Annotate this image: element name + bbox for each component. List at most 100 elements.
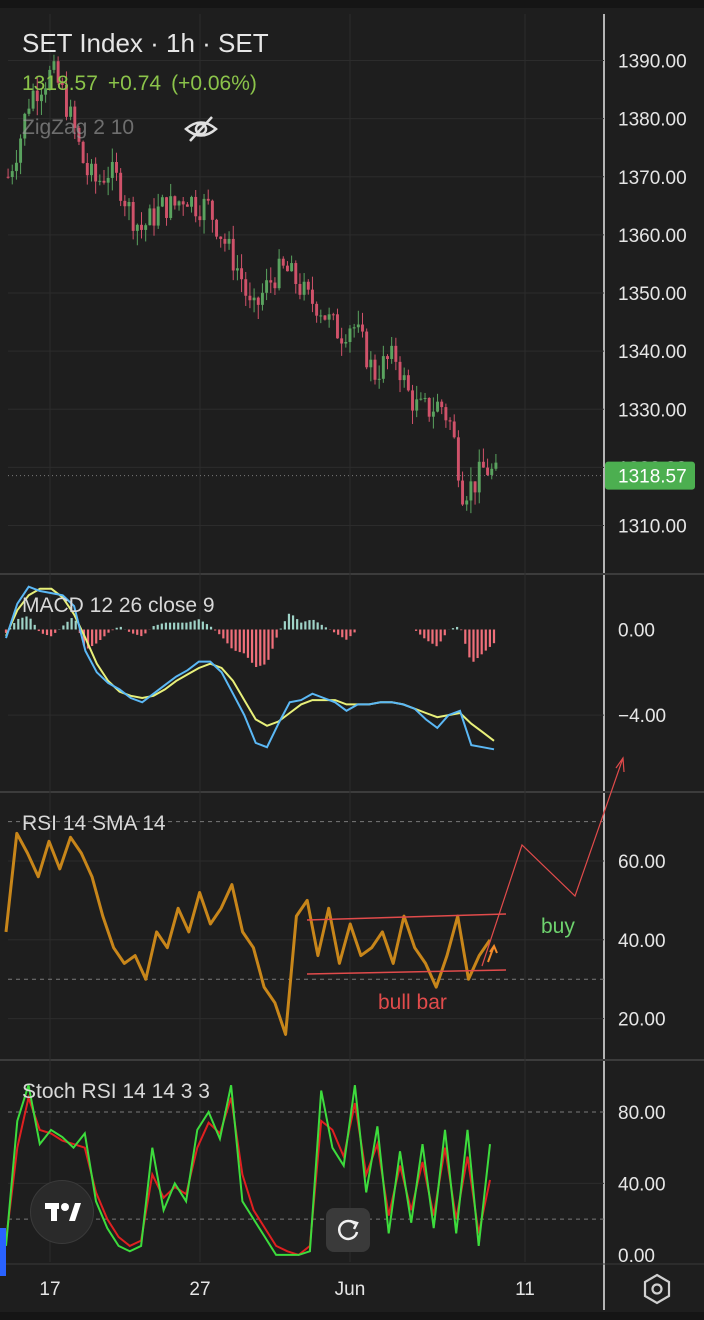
top-strip (0, 0, 704, 8)
time-axis-label: 27 (189, 1279, 210, 1300)
time-axis-label: Jun (335, 1279, 366, 1300)
price-change-pct: (+0.06%) (171, 72, 257, 95)
price-axis-label: 1330.00 (618, 400, 687, 421)
eye-slash-icon[interactable] (184, 114, 218, 144)
reset-chart-button[interactable] (326, 1208, 370, 1252)
candle-body (19, 138, 23, 163)
chart-background (0, 0, 704, 1320)
candle-body (365, 331, 369, 368)
candle-body (85, 162, 89, 176)
candle-body (481, 461, 485, 468)
candle-body (369, 359, 373, 368)
candle-body (123, 200, 127, 207)
stoch-rsi-label[interactable]: Stoch RSI 14 14 3 3 (22, 1080, 210, 1104)
candle-body (427, 397, 431, 417)
candle-body (10, 171, 14, 178)
candle-body (336, 314, 339, 339)
candle-body (190, 196, 194, 207)
candle-body (27, 108, 31, 114)
candle-body (473, 481, 477, 493)
rsi-label[interactable]: RSI 14 SMA 14 (22, 812, 166, 836)
reset-chart-icon (337, 1219, 359, 1241)
candle-body (440, 401, 444, 408)
rsi-axis-label: 20.00 (618, 1010, 666, 1031)
price-axis-label: 1340.00 (618, 342, 687, 363)
candle-body (223, 238, 227, 244)
price-axis-label: 1380.00 (618, 110, 687, 131)
stoch-axis-label: 0.00 (618, 1246, 655, 1267)
macd-label[interactable]: MACD 12 26 close 9 (22, 594, 215, 618)
candle-body (390, 345, 394, 359)
candle-body (185, 204, 189, 207)
candle-body (135, 224, 139, 231)
candle-body (281, 258, 285, 266)
candle-body (106, 177, 110, 183)
candle-body (402, 375, 406, 381)
candle-body (315, 303, 319, 316)
tradingview-logo-icon[interactable] (30, 1180, 94, 1244)
candle-body (469, 481, 473, 501)
candle-body (423, 397, 427, 399)
last-price: 1318.57 (22, 72, 98, 95)
symbol-title[interactable]: SET Index · 1h · SET (22, 28, 269, 59)
candle-body (381, 356, 385, 379)
candle-body (6, 176, 10, 178)
candle-body (386, 356, 389, 359)
candle-body (411, 390, 414, 411)
candle-body (298, 284, 302, 295)
candle-body (290, 263, 294, 272)
quote-line: 1318.57 +0.74 (+0.06%) (22, 72, 267, 96)
candle-body (331, 314, 335, 316)
candle-body (340, 338, 344, 344)
candle-body (486, 467, 490, 475)
candle-body (361, 324, 364, 332)
candle-body (152, 208, 156, 226)
candle-body (269, 280, 273, 283)
chart-root[interactable]: 1390.00 1380.00 1370.00 1360.00 1350.00 1340.… (0, 0, 704, 1320)
price-change: +0.74 (107, 72, 162, 95)
candle-body (140, 224, 143, 230)
candle-body (319, 315, 323, 317)
candle-body (98, 180, 102, 182)
chart-canvas[interactable]: 1390.00 1380.00 1370.00 1360.00 1350.00 1340.… (0, 0, 704, 1320)
time-axis-label: 17 (39, 1279, 60, 1300)
candle-body (273, 282, 277, 289)
candle-body (81, 141, 85, 163)
candle-body (377, 378, 381, 380)
candle-body (456, 437, 460, 481)
candle-body (394, 345, 398, 362)
candle-body (436, 401, 440, 412)
price-axis-label: 1350.00 (618, 284, 687, 305)
candle-body (419, 398, 423, 400)
price-axis-label: 1370.00 (618, 168, 687, 189)
candle-body (373, 359, 377, 380)
settings-icon[interactable] (640, 1272, 674, 1306)
candle-body (210, 200, 214, 220)
bottom-strip (0, 1312, 704, 1320)
candle-body (265, 280, 269, 293)
candle-body (240, 268, 244, 280)
candle-body (173, 196, 177, 206)
candle-body (431, 411, 435, 417)
rsi-axis-label: 60.00 (618, 852, 666, 873)
candle-body (160, 197, 164, 207)
candle-body (169, 196, 173, 218)
candle-body (14, 162, 18, 172)
last-price-tag-label: 1318.57 (618, 467, 687, 488)
candle-body (465, 500, 469, 505)
candle-body (490, 468, 494, 475)
candle-body (227, 238, 231, 244)
candle-body (494, 462, 498, 469)
macd-axis-label: −4.00 (618, 706, 666, 727)
zigzag-indicator-label[interactable]: ZigZag 2 10 (22, 116, 134, 140)
candle-body (219, 236, 223, 239)
candle-body (131, 201, 135, 231)
candle-body (256, 297, 260, 305)
candle-body (252, 297, 256, 301)
candle-body (102, 180, 106, 183)
candle-body (344, 342, 348, 344)
candle-body (52, 61, 56, 70)
candle-body (144, 225, 148, 230)
candle-body (461, 480, 465, 505)
candle-body (198, 216, 202, 221)
